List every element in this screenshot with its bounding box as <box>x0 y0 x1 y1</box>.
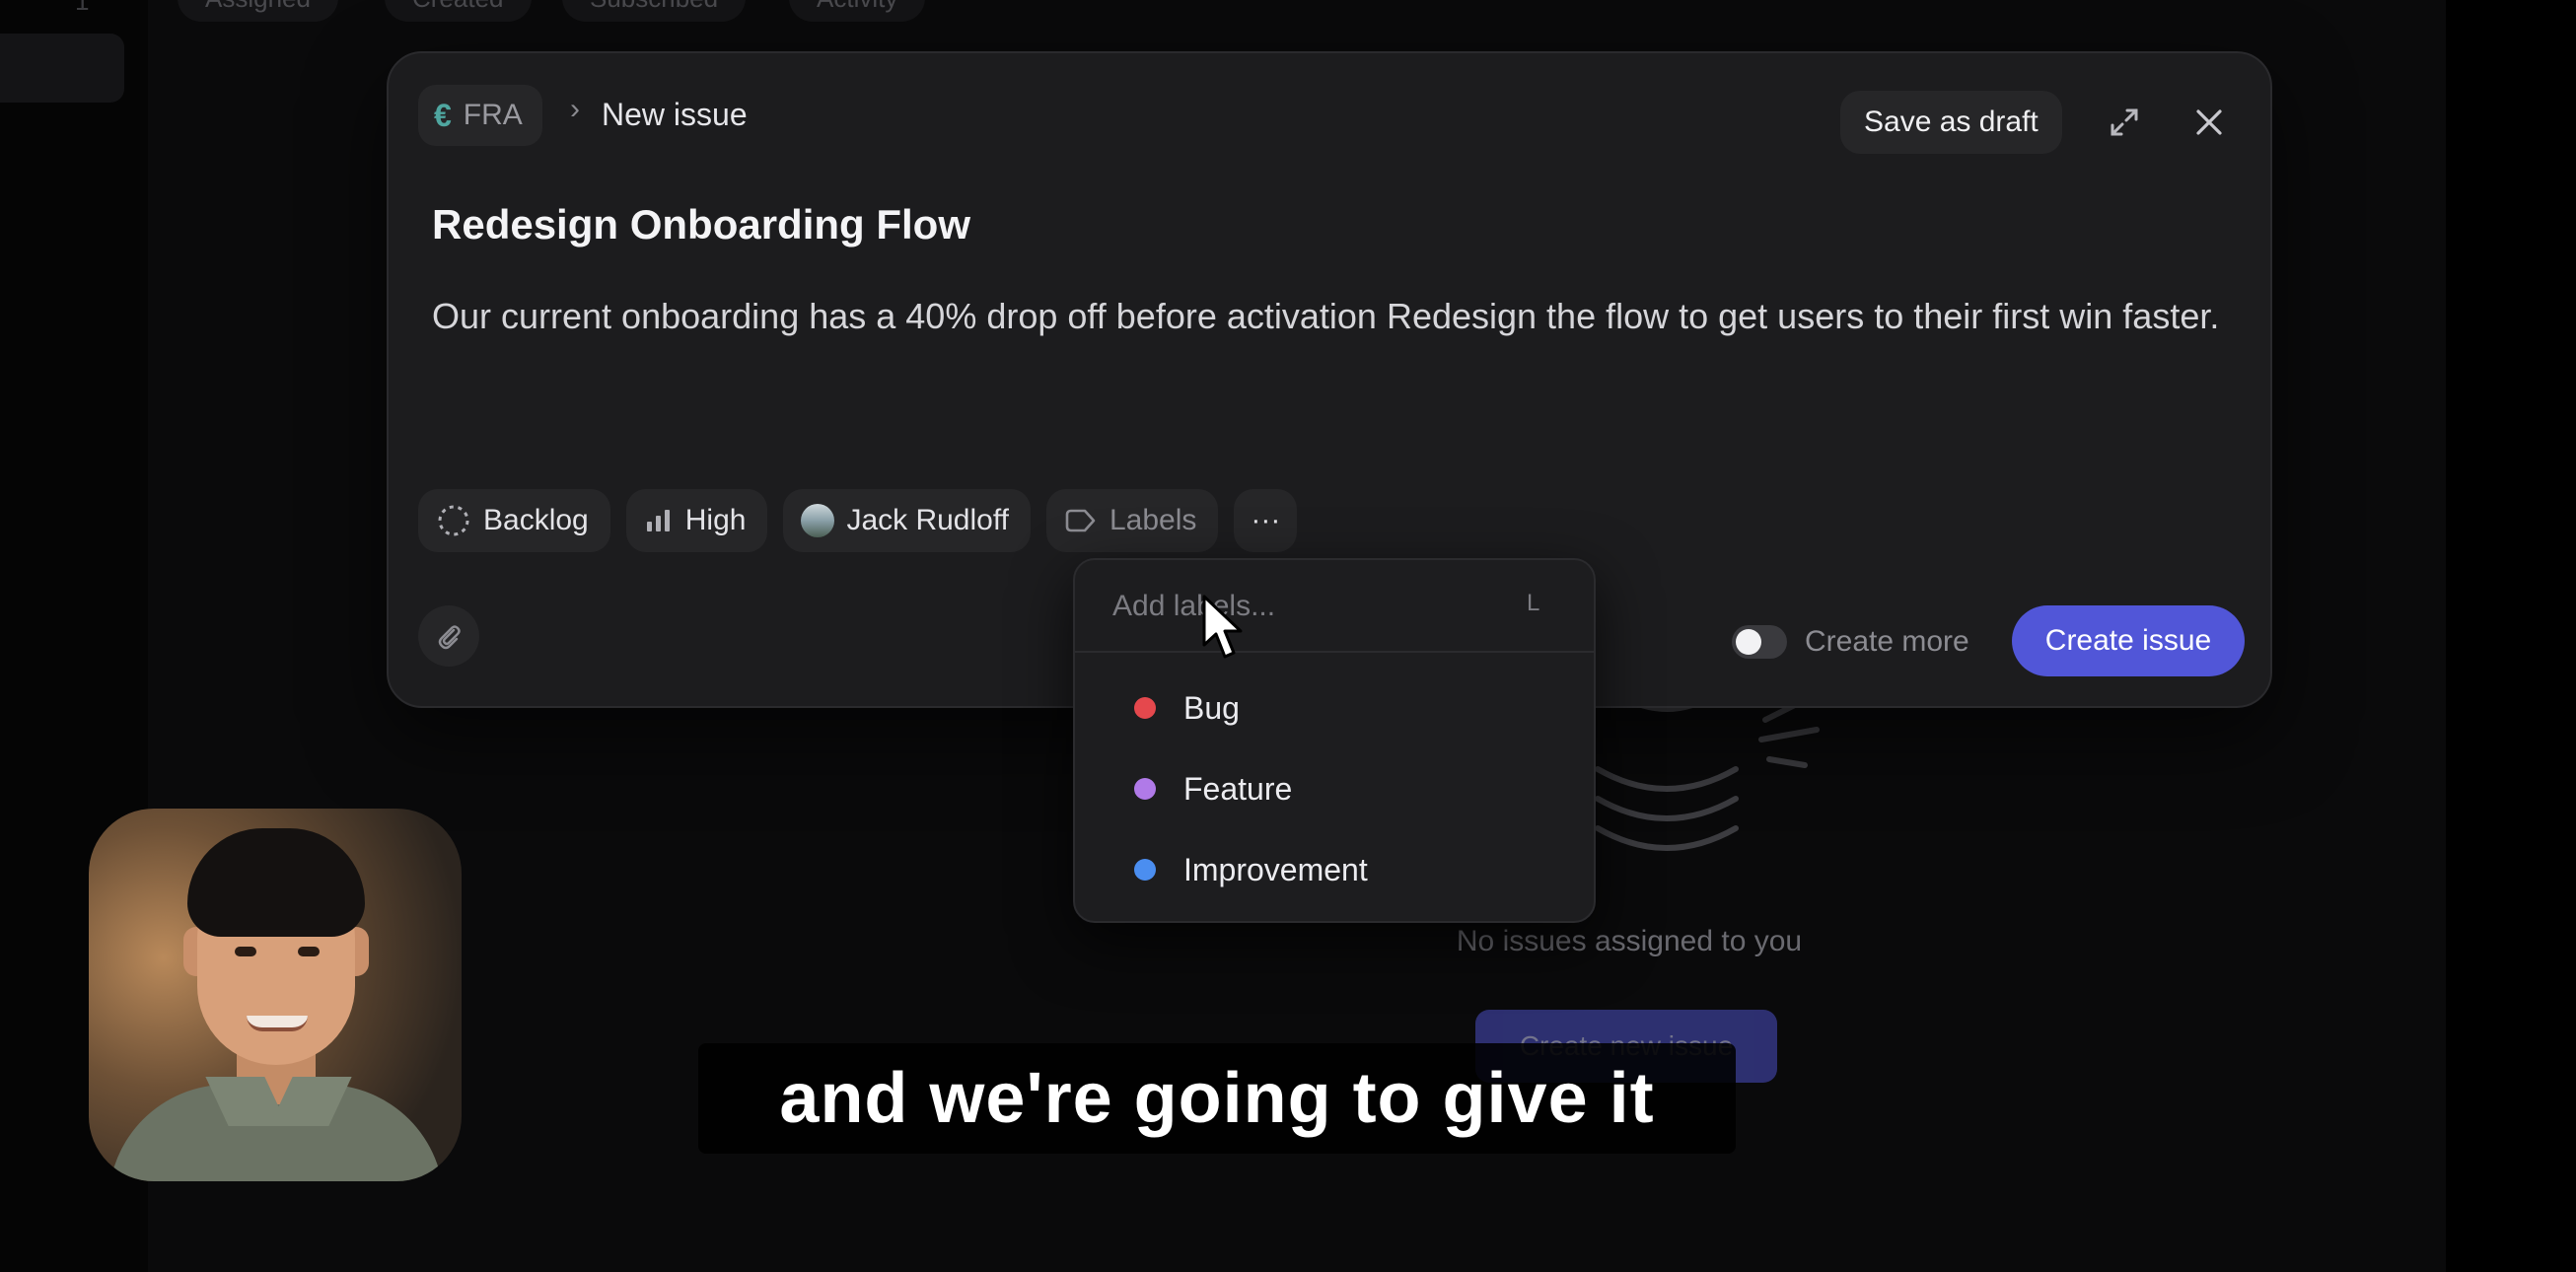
more-options-button[interactable]: ··· <box>1234 489 1298 552</box>
right-edge <box>2446 0 2576 1272</box>
toggle-knob <box>1736 629 1761 655</box>
status-button[interactable]: Backlog <box>418 489 610 552</box>
label-color-dot <box>1134 859 1156 881</box>
chevron-right-icon: › <box>570 93 580 125</box>
save-as-draft-button[interactable]: Save as draft <box>1840 91 2062 154</box>
label-option-feature[interactable]: Feature <box>1134 759 1292 818</box>
more-icon: ··· <box>1251 504 1281 536</box>
create-more-label: Create more <box>1805 625 1969 658</box>
assignee-button[interactable]: Jack Rudloff <box>783 489 1031 552</box>
sidebar-selected-item[interactable] <box>0 34 124 103</box>
presenter-eye <box>298 947 320 956</box>
tab-created[interactable]: Created <box>385 0 532 22</box>
issue-description-input[interactable]: Our current onboarding has a 40% drop of… <box>432 288 2227 345</box>
paperclip-icon <box>438 625 461 650</box>
tag-icon <box>1065 509 1096 532</box>
euro-icon: € <box>434 97 452 133</box>
rail-number: 1 <box>75 0 90 16</box>
priority-label: High <box>684 504 747 536</box>
assignee-label: Jack Rudloff <box>846 504 1009 536</box>
presenter-eye <box>235 947 256 956</box>
property-bar: Backlog High Jack Rudloff Labels ··· <box>418 489 1298 552</box>
empty-state-illustration <box>1595 691 1820 851</box>
labels-button[interactable]: Labels <box>1045 489 1219 552</box>
avatar <box>801 504 835 537</box>
priority-button[interactable]: High <box>625 489 768 552</box>
issue-title-input[interactable]: Redesign Onboarding Flow <box>432 201 970 248</box>
expand-icon[interactable] <box>2105 103 2144 142</box>
create-more-toggle[interactable] <box>1732 625 1787 659</box>
attach-file-button[interactable] <box>418 605 479 667</box>
presenter-mouth <box>247 1016 308 1031</box>
label-option-improvement[interactable]: Improvement <box>1134 840 1368 899</box>
team-code: FRA <box>463 99 523 131</box>
tab-assigned[interactable]: Assigned <box>178 0 338 22</box>
label-option-text: Feature <box>1183 770 1293 807</box>
tab-activity[interactable]: Activity <box>789 0 926 22</box>
empty-state-message: No issues assigned to you <box>1456 925 1803 957</box>
label-color-dot <box>1134 697 1156 719</box>
create-issue-button[interactable]: Create issue <box>2012 605 2245 676</box>
video-subtitle: and we're going to give it <box>698 1043 1736 1154</box>
labels-search-input[interactable]: Add labels... <box>1112 590 1275 623</box>
breadcrumb-title: New issue <box>602 97 748 132</box>
status-label: Backlog <box>483 504 589 536</box>
close-icon[interactable] <box>2189 103 2229 142</box>
priority-high-icon <box>646 510 670 531</box>
shortcut-hint: L <box>1527 590 1540 616</box>
label-option-bug[interactable]: Bug <box>1134 678 1240 738</box>
labels-label: Labels <box>1109 504 1197 536</box>
label-color-dot <box>1134 778 1156 800</box>
label-option-text: Improvement <box>1183 851 1368 887</box>
team-selector[interactable]: € FRA <box>418 85 542 146</box>
mouse-cursor-icon <box>1202 595 1243 659</box>
labels-dropdown: Add labels... L Bug Feature Improvement <box>1073 558 1596 923</box>
tab-subscribed[interactable]: Subscribed <box>562 0 747 22</box>
divider <box>1075 651 1594 653</box>
backlog-icon <box>438 505 469 536</box>
presenter-hair <box>187 828 365 937</box>
label-option-text: Bug <box>1183 689 1240 726</box>
presenter-webcam <box>89 809 462 1181</box>
